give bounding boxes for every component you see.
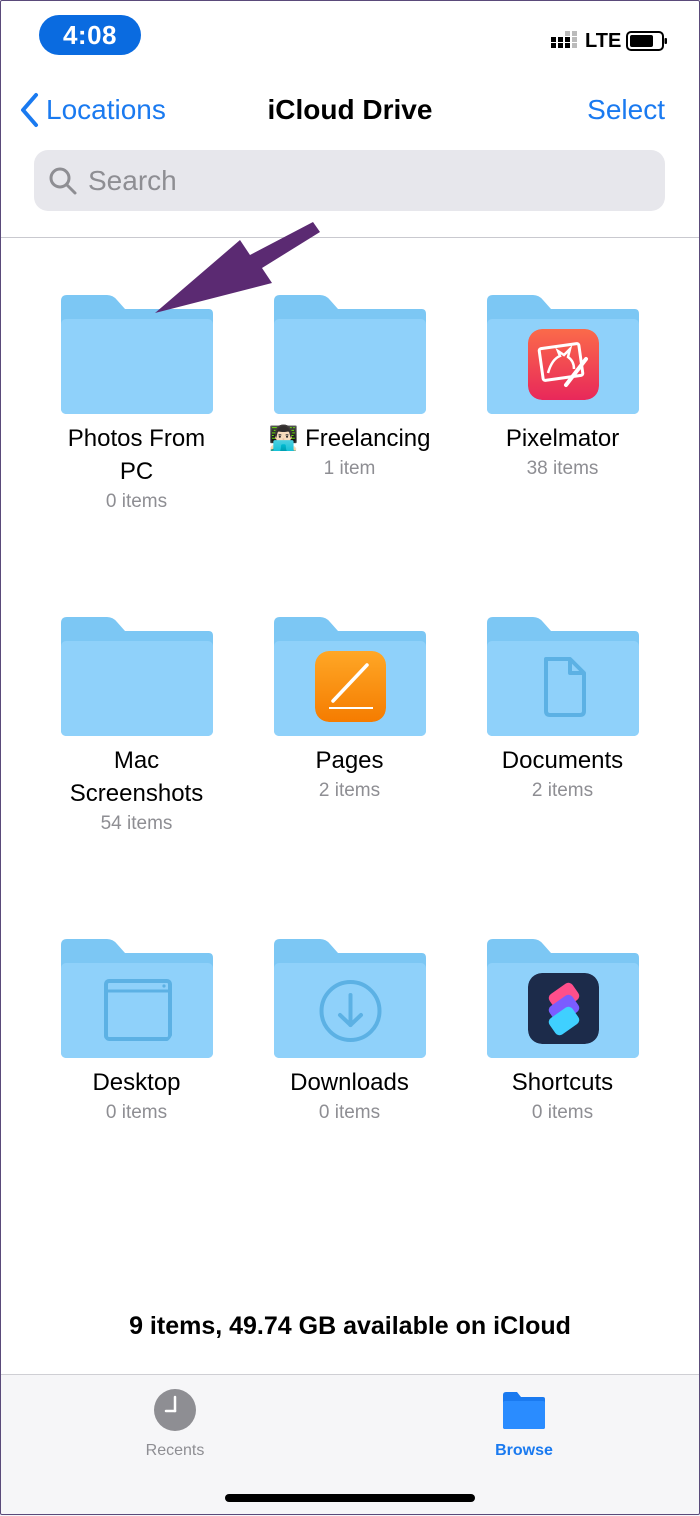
folder-name: Downloads <box>290 1069 409 1096</box>
tab-label: Recents <box>145 1442 205 1459</box>
folder-name: Shortcuts <box>511 1069 614 1096</box>
folder-icon <box>60 617 213 736</box>
tab-browse[interactable]: Browse <box>454 1387 594 1460</box>
pages-app-icon <box>314 651 386 722</box>
folder-name: Mac Screenshots <box>69 747 204 807</box>
folder-body <box>486 617 639 736</box>
folder-body <box>486 939 639 1058</box>
clock-icon <box>154 1389 196 1431</box>
folder-name: 👨🏻‍💻 Freelancing <box>268 425 431 452</box>
folder-downloads[interactable]: Downloads 0 items <box>243 939 456 1126</box>
folder-body <box>273 617 426 736</box>
folder-body <box>273 939 426 1058</box>
folder-documents[interactable]: Documents 2 items <box>456 617 669 804</box>
annotation-arrow <box>155 222 320 313</box>
folder-mac-screenshots[interactable]: Mac Screenshots 54 items <box>30 617 243 837</box>
tab-label: Browse <box>495 1442 553 1459</box>
document-icon <box>543 657 586 717</box>
folder-body <box>60 939 213 1058</box>
folder-name: Photos From PC <box>67 425 206 485</box>
folder-pages[interactable]: Pages 2 items <box>243 617 456 804</box>
folder-name: Desktop <box>92 1069 181 1096</box>
folder-desktop[interactable]: Desktop 0 items <box>30 939 243 1126</box>
folder-name: Pages <box>315 747 384 774</box>
home-indicator[interactable] <box>225 1494 475 1502</box>
folder-icon <box>503 1392 545 1429</box>
desktop-window-icon <box>103 979 172 1041</box>
folder-item-count: 38 items <box>526 458 599 479</box>
folder-item-count: 2 items <box>531 780 594 801</box>
download-arrow-icon <box>319 980 381 1042</box>
folder-item-count: 54 items <box>100 813 173 834</box>
folder-name: Pixelmator <box>505 425 620 452</box>
folder-item-count: 2 items <box>318 780 381 801</box>
storage-summary: 9 items, 49.74 GB available on iCloud <box>129 1312 571 1340</box>
folder-item-count: 1 item <box>323 458 376 479</box>
folder-item-count: 0 items <box>105 1102 168 1123</box>
tab-recents[interactable]: Recents <box>105 1387 245 1460</box>
folder-item-count: 0 items <box>318 1102 381 1123</box>
folder-name: Documents <box>501 747 624 774</box>
folder-shortcuts[interactable]: Shortcuts 0 items <box>456 939 669 1126</box>
folder-item-count: 0 items <box>531 1102 594 1123</box>
folder-item-count: 0 items <box>105 491 168 512</box>
shortcuts-app-icon <box>527 973 599 1044</box>
